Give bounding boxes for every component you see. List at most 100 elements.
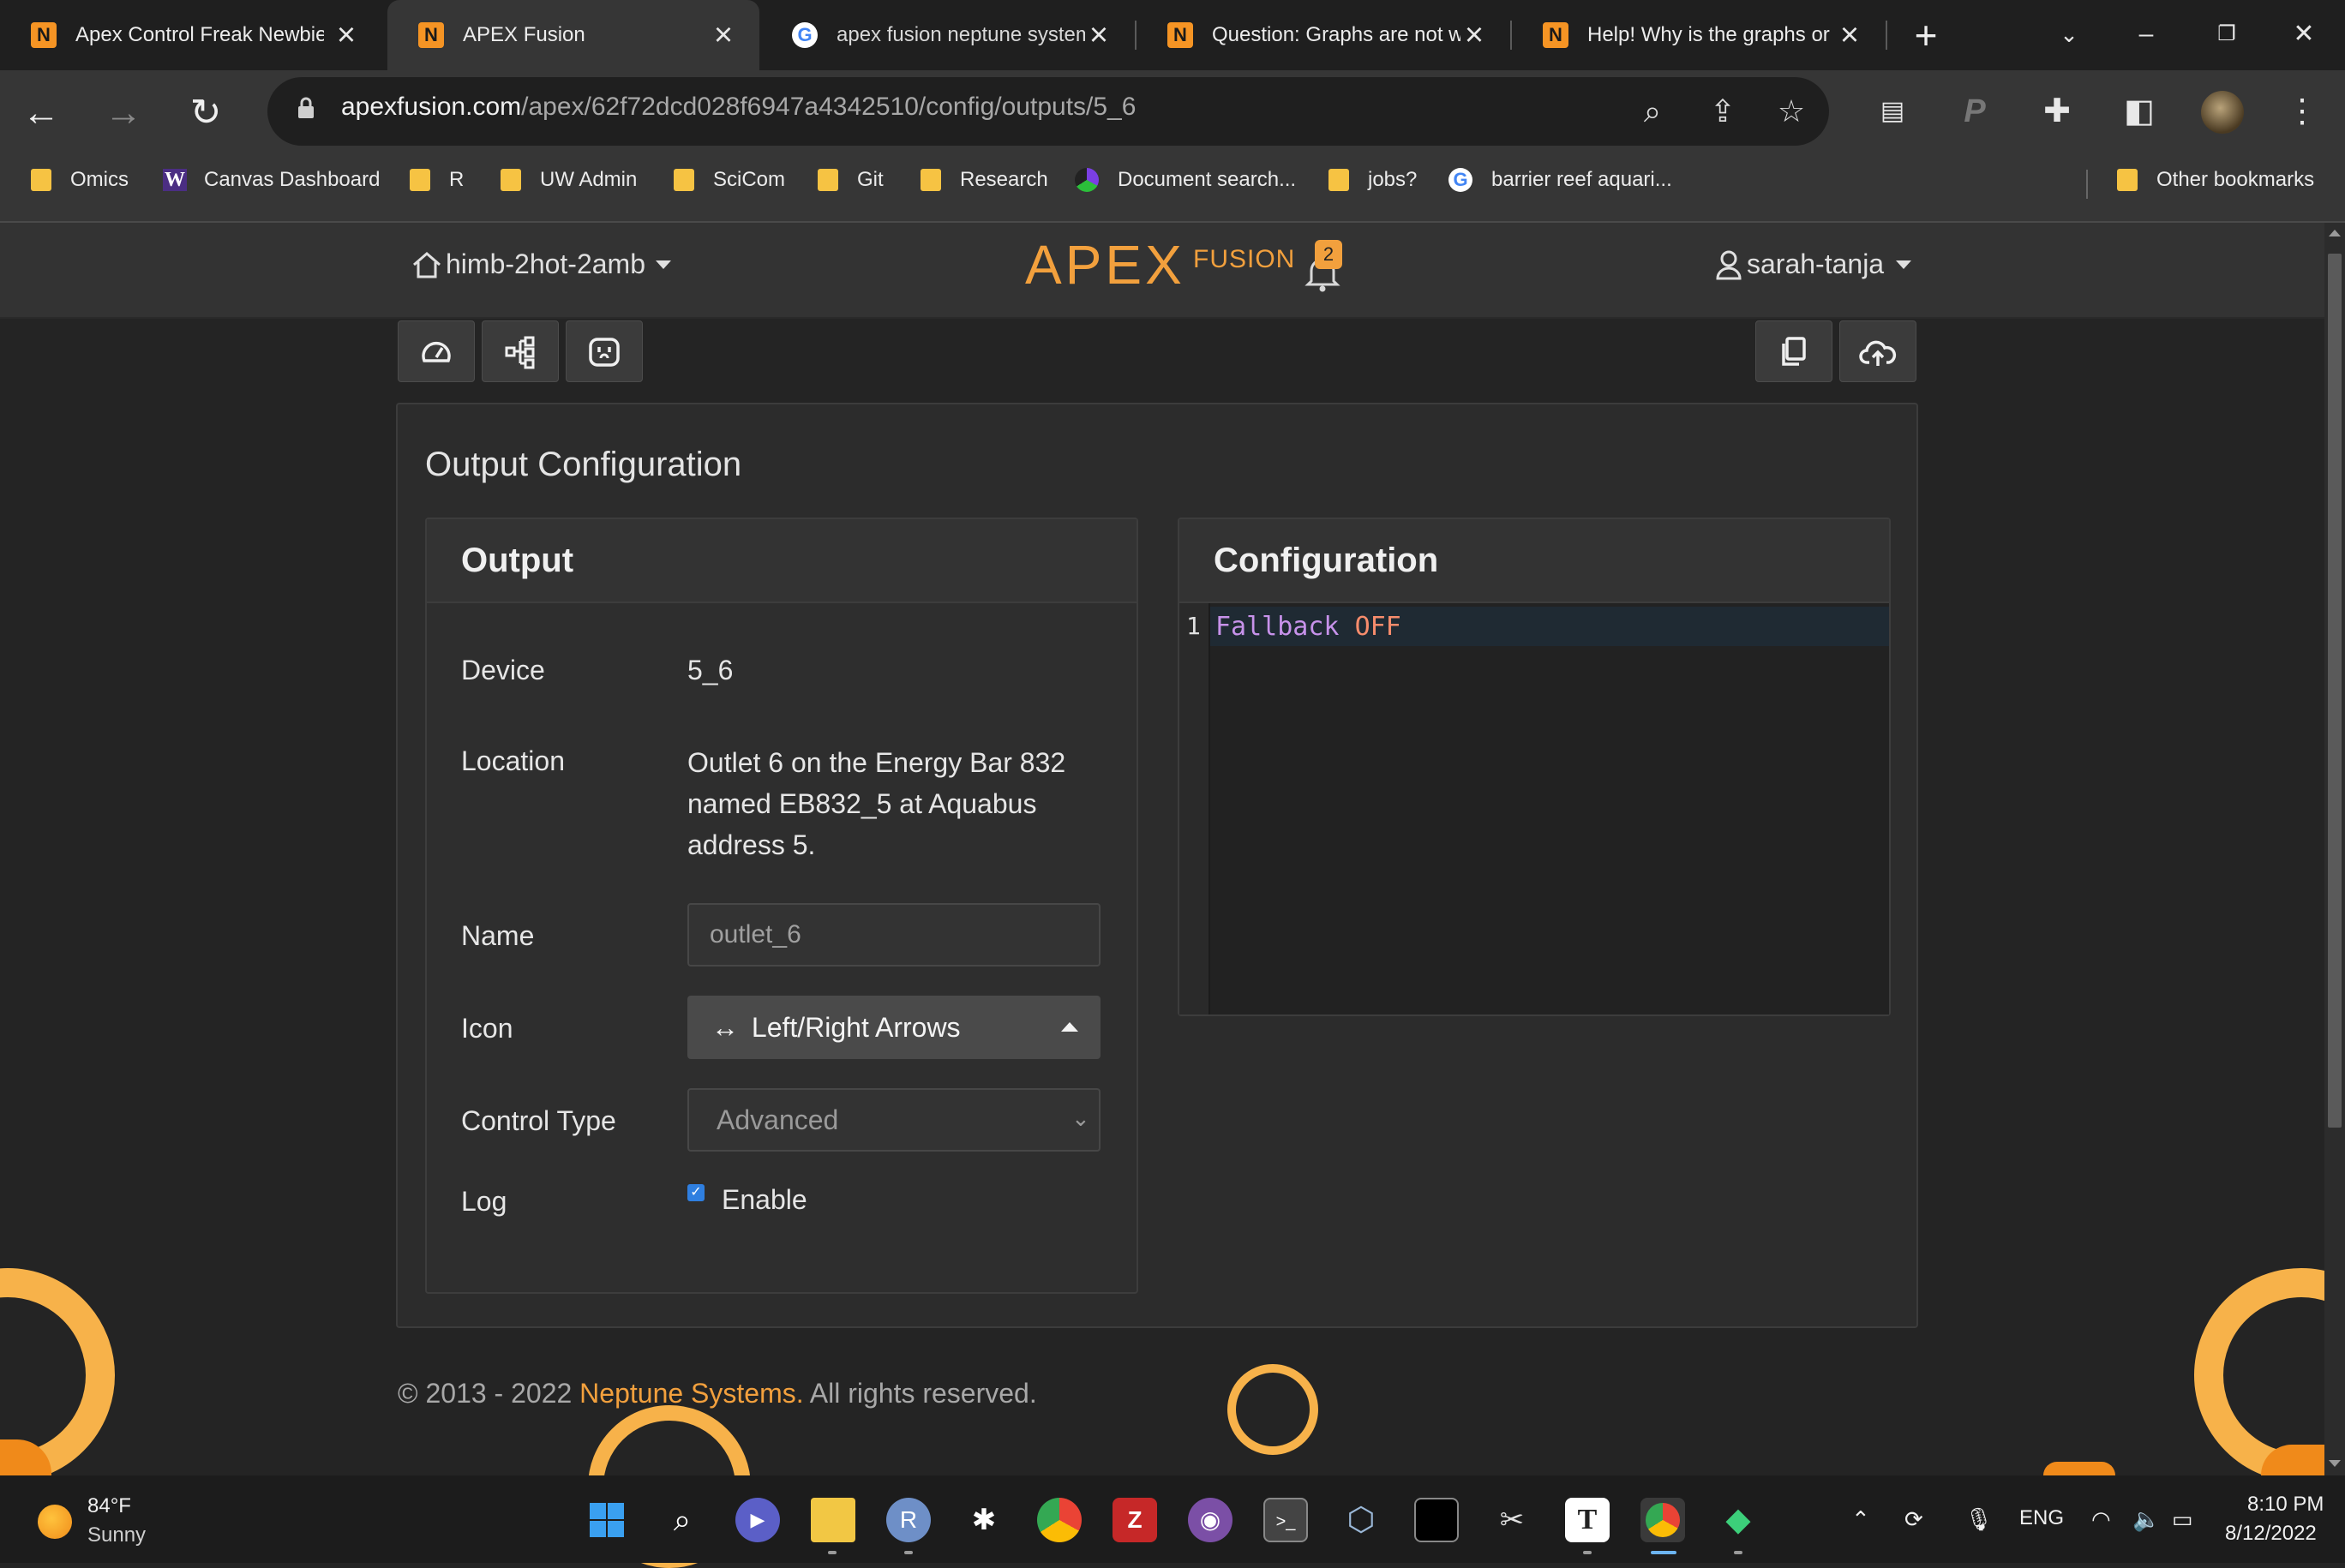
microphone-icon[interactable]: 🎙 (1964, 1506, 1993, 1533)
bookmark-canvas-dashboard[interactable]: W Canvas Dashboard (163, 168, 380, 192)
back-arrow-icon[interactable]: ← (14, 86, 69, 141)
apex-selector-dropdown[interactable]: himb-2hot-2amb (411, 248, 671, 280)
weather-temperature[interactable]: 84°F (87, 1494, 131, 1518)
name-input[interactable]: outlet_6 (687, 903, 1101, 967)
active-app-indicator (1651, 1551, 1676, 1554)
zotero-icon[interactable]: Z (1113, 1498, 1157, 1542)
bookmark-label: Document search... (1118, 168, 1297, 191)
browser-tab[interactable]: N Help! Why is the graphs or × (1512, 0, 1886, 70)
extensions-puzzle-icon[interactable]: ✚ (2033, 87, 2081, 135)
log-enable-checkbox[interactable]: ✓ (687, 1184, 705, 1201)
browser-menu-kebab-icon[interactable]: ⋮ (2278, 87, 2326, 135)
sync-icon[interactable]: ⟳ (1904, 1506, 1923, 1533)
bookmark-other-bookmarks[interactable]: Other bookmarks (2117, 168, 2314, 192)
typora-icon[interactable]: T (1565, 1498, 1610, 1542)
lock-icon[interactable] (297, 96, 315, 120)
scrollbar-thumb[interactable] (2328, 254, 2342, 1128)
weather-sun-icon[interactable] (38, 1505, 72, 1539)
forward-arrow-icon[interactable]: → (96, 86, 151, 141)
volume-icon[interactable]: 🔈 (2132, 1506, 2160, 1533)
file-explorer-icon[interactable] (811, 1498, 855, 1542)
bookmark-label: UW Admin (540, 168, 638, 191)
clock-time[interactable]: 8:10 PM (2247, 1493, 2324, 1517)
running-indicator (904, 1551, 913, 1554)
control-type-select[interactable]: Advanced (687, 1088, 1101, 1152)
bookmark-label: SciCom (713, 168, 786, 191)
virtualbox-icon[interactable]: ⬡ (1339, 1498, 1383, 1542)
kite-icon[interactable]: ◆ (1716, 1498, 1760, 1542)
bookmark-git[interactable]: Git (818, 168, 884, 192)
bookmark-uw-admin[interactable]: UW Admin (501, 168, 637, 192)
close-tab-icon[interactable]: × (706, 18, 741, 52)
reload-icon[interactable]: ↻ (178, 86, 233, 141)
rstudio-icon[interactable]: R (886, 1498, 931, 1542)
paypal-extension-icon[interactable]: P (1951, 87, 1999, 135)
device-value: 5_6 (687, 655, 734, 685)
reading-list-icon[interactable]: ▤ (1868, 87, 1916, 135)
apex-logo[interactable]: APEX (1025, 233, 1185, 296)
folder-icon (818, 169, 838, 191)
close-tab-icon[interactable]: × (1832, 18, 1867, 52)
terminal-icon[interactable]: >_ (1263, 1498, 1308, 1542)
command-prompt-icon[interactable] (1414, 1498, 1459, 1542)
code-line[interactable]: Fallback OFF (1215, 612, 1401, 642)
close-tab-icon[interactable]: × (329, 18, 363, 52)
browser-tab[interactable]: G apex fusion neptune system × (761, 0, 1135, 70)
search-icon[interactable]: ⌕ (660, 1498, 705, 1542)
snipping-tool-icon[interactable]: ✂ (1490, 1498, 1534, 1542)
bookmark-document-search[interactable]: Document search... (1075, 168, 1296, 192)
tab-search-chevron-icon[interactable]: ⌄ (2043, 9, 2095, 60)
page-title: Output Configuration (425, 446, 742, 483)
teams-chat-icon[interactable]: ▶ (735, 1498, 780, 1542)
windows-start-icon[interactable] (585, 1498, 629, 1542)
close-tab-icon[interactable]: × (1457, 18, 1491, 52)
new-tab-plus-icon[interactable]: + (1904, 14, 1947, 57)
chrome-icon[interactable] (1037, 1498, 1082, 1542)
bookmark-barrier-reef[interactable]: Gbarrier reef aquari... (1448, 168, 1672, 192)
side-panel-icon[interactable]: ◧ (2115, 87, 2163, 135)
bookmark-jobs[interactable]: jobs? (1328, 168, 1417, 192)
restore-icon[interactable]: ❐ (2201, 9, 2252, 60)
chrome-profile-icon[interactable] (1640, 1498, 1685, 1542)
user-menu-dropdown[interactable]: sarah-tanja (1716, 248, 1912, 280)
browser-tab[interactable]: N Question: Graphs are not w × (1137, 0, 1510, 70)
copy-button[interactable] (1755, 320, 1832, 382)
language-indicator[interactable]: ENG (2019, 1506, 2064, 1530)
bookmark-research[interactable]: Research (921, 168, 1048, 192)
bookmark-scicom[interactable]: SciCom (674, 168, 785, 192)
tray-overflow-chevron-icon[interactable]: ⌃ (1851, 1506, 1870, 1533)
clock-date[interactable]: 8/12/2022 (2225, 1522, 2317, 1546)
slack-icon[interactable]: ✱ (962, 1498, 1006, 1542)
url-host: apexfusion.com (341, 93, 522, 121)
scroll-up-arrow-icon[interactable] (2329, 230, 2341, 236)
bookmark-r[interactable]: R (410, 168, 464, 192)
url-text[interactable]: apexfusion.com/apex/62f72dcd028f6947a434… (341, 93, 1136, 122)
icon-select-dropdown[interactable]: ↔ Left/Right Arrows (687, 996, 1101, 1059)
bookmark-label: Git (857, 168, 884, 191)
tree-view-button[interactable] (482, 320, 559, 382)
battery-icon[interactable]: ▭ (2172, 1506, 2193, 1533)
upload-button[interactable] (1839, 320, 1916, 382)
zoom-icon[interactable]: ⌕ (1630, 89, 1675, 134)
browser-tab-active[interactable]: N APEX Fusion × (387, 0, 759, 70)
bookmark-omics[interactable]: Omics (31, 168, 129, 192)
window-close-icon[interactable]: ✕ (2278, 9, 2330, 60)
log-enable-label[interactable]: Enable (722, 1184, 807, 1216)
browser-tab[interactable]: N Apex Control Freak Newbie × (0, 0, 382, 70)
footer-brand-link[interactable]: Neptune Systems. (579, 1378, 803, 1409)
weather-condition[interactable]: Sunny (87, 1523, 146, 1547)
github-icon[interactable]: ◉ (1188, 1498, 1232, 1542)
profile-avatar[interactable] (2201, 91, 2244, 134)
bookmark-star-icon[interactable]: ☆ (1769, 89, 1814, 134)
wifi-icon[interactable]: ◠ (2091, 1506, 2111, 1533)
minimize-icon[interactable]: – (2120, 9, 2172, 60)
caret-down-icon (1896, 260, 1912, 269)
scroll-down-arrow-icon[interactable] (2329, 1460, 2341, 1467)
tab-title: Help! Why is the graphs or (1587, 23, 1830, 46)
close-tab-icon[interactable]: × (1082, 18, 1116, 52)
outlets-button[interactable] (566, 320, 643, 382)
neptune-logo-icon: N (418, 22, 444, 48)
code-editor[interactable] (1210, 603, 1889, 1014)
share-icon[interactable]: ⇪ (1700, 89, 1745, 134)
dashboard-button[interactable] (398, 320, 475, 382)
